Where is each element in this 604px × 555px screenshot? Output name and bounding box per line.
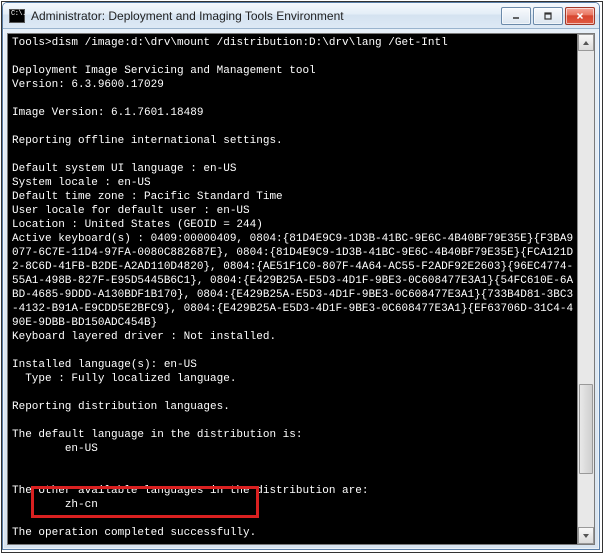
output-line: Keyboard layered driver : Not installed. [12,331,276,343]
output-line: en-US [12,443,98,455]
output-line: Reporting offline international settings… [12,135,283,147]
scroll-up-button[interactable] [578,34,594,51]
client-area: Tools>dism /image:d:\drv\mount /distribu… [7,33,595,545]
close-button[interactable] [565,7,595,25]
scroll-track[interactable] [578,51,594,527]
app-window: C:\. Administrator: Deployment and Imagi… [2,2,600,550]
console-output[interactable]: Tools>dism /image:d:\drv\mount /distribu… [8,34,577,544]
output-line: Deployment Image Servicing and Managemen… [12,65,316,77]
output-line: Installed language(s): en-US [12,359,197,371]
command-text: dism /image:d:\drv\mount /distribution:D… [52,37,448,49]
output-line: System locale : en-US [12,177,151,189]
output-line: Reporting distribution languages. [12,401,230,413]
output-line: Type : Fully localized language. [12,373,236,385]
output-line: The default language in the distribution… [12,429,302,441]
window-controls [499,7,595,25]
output-line: The other available languages in the dis… [12,485,368,497]
minimize-button[interactable] [501,7,531,25]
window-title: Administrator: Deployment and Imaging To… [31,9,499,23]
output-line: Image Version: 6.1.7601.18489 [12,107,203,119]
vertical-scrollbar[interactable] [577,34,594,544]
output-line: User locale for default user : en-US [12,205,250,217]
output-line: Location : United States (GEOID = 244) [12,219,263,231]
cmd-icon: C:\. [9,9,25,23]
output-line: Version: 6.3.9600.17029 [12,79,164,91]
output-line: Default system UI language : en-US [12,163,236,175]
output-line: Default time zone : Pacific Standard Tim… [12,191,283,203]
output-line: zh-cn [12,499,98,511]
titlebar[interactable]: C:\. Administrator: Deployment and Imagi… [3,3,599,29]
prompt: Tools> [12,37,52,49]
scroll-down-button[interactable] [578,527,594,544]
output-line: The operation completed successfully. [12,527,256,539]
output-line: Active keyboard(s) : 0409:00000409, 0804… [12,233,573,329]
scroll-thumb[interactable] [579,384,593,474]
maximize-button[interactable] [533,7,563,25]
